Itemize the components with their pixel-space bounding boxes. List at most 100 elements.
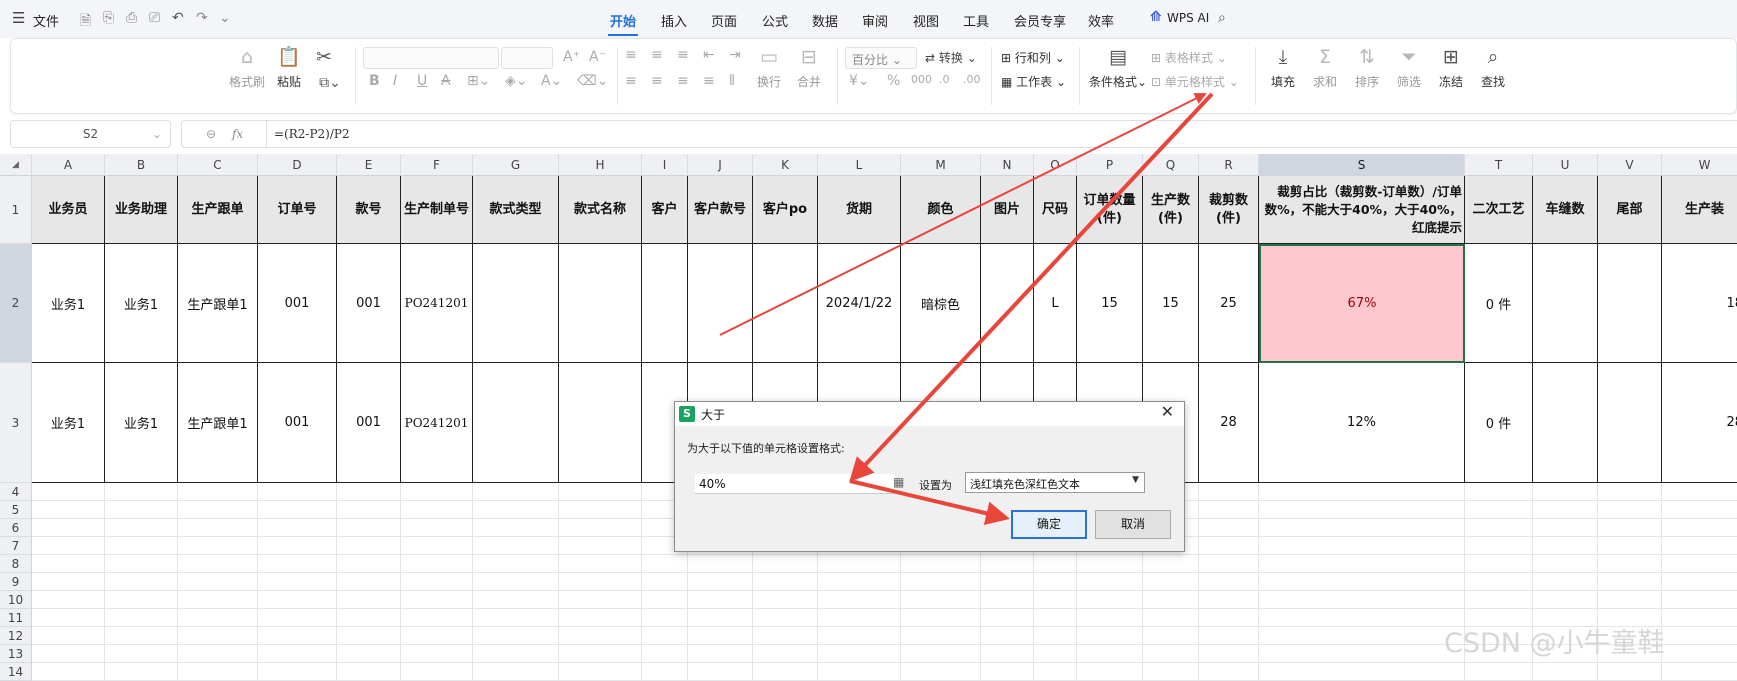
cell-q2[interactable]: 15: [1143, 244, 1199, 363]
column-header-q[interactable]: Q: [1143, 154, 1199, 176]
sort-button[interactable]: ⇅ 排序: [1349, 45, 1385, 90]
column-header-i[interactable]: I: [642, 154, 688, 176]
cell-style-button[interactable]: ⊡ 单元格样式 ⌄: [1151, 73, 1239, 90]
row-header-11[interactable]: 11: [0, 609, 32, 627]
header-cell-i[interactable]: 客户: [642, 176, 688, 244]
sum-button[interactable]: Σ 求和: [1307, 45, 1343, 90]
header-cell-e[interactable]: 款号: [337, 176, 401, 244]
decrease-font-icon[interactable]: A⁻: [589, 49, 606, 65]
row-header-1[interactable]: 1: [0, 176, 32, 244]
cell-a3[interactable]: 业务1: [32, 363, 105, 483]
cell-c2[interactable]: 生产跟单1: [178, 244, 258, 363]
header-cell-n[interactable]: 图片: [981, 176, 1034, 244]
column-header-g[interactable]: G: [473, 154, 559, 176]
cell-g2[interactable]: [473, 244, 559, 363]
column-header-s[interactable]: S: [1259, 154, 1465, 176]
column-header-w[interactable]: W: [1662, 154, 1737, 176]
tab-member[interactable]: 会员专享: [1014, 11, 1066, 30]
column-header-j[interactable]: J: [688, 154, 753, 176]
conditional-format-button[interactable]: ▤ 条件格式⌄: [1087, 45, 1149, 90]
row-header-10[interactable]: 10: [0, 591, 32, 609]
cell-t3[interactable]: 0 件: [1465, 363, 1533, 483]
cell-f2[interactable]: PO241201: [401, 244, 473, 363]
range-picker-icon[interactable]: ▦: [893, 475, 904, 489]
indent-increase-icon[interactable]: ⇥: [729, 47, 741, 63]
decimal-decrease-icon[interactable]: .00: [963, 73, 981, 86]
cell-r2[interactable]: 25: [1199, 244, 1259, 363]
column-header-h[interactable]: H: [559, 154, 642, 176]
header-cell-p[interactable]: 订单数量(件): [1077, 176, 1143, 244]
header-cell-m[interactable]: 颜色: [901, 176, 981, 244]
tab-tools[interactable]: 工具: [963, 11, 989, 30]
column-header-k[interactable]: K: [753, 154, 818, 176]
header-cell-w[interactable]: 生产装: [1662, 176, 1737, 244]
undo-icon[interactable]: ↶: [172, 10, 184, 26]
currency-icon[interactable]: ¥⌄: [849, 73, 870, 89]
column-header-b[interactable]: B: [105, 154, 178, 176]
align-right-icon[interactable]: ≡: [677, 73, 689, 89]
font-color-icon[interactable]: A⌄: [541, 73, 562, 89]
search-icon[interactable]: ⌕: [1218, 10, 1226, 26]
column-header-f[interactable]: F: [401, 154, 473, 176]
hamburger-icon[interactable]: ☰: [12, 9, 25, 27]
close-icon[interactable]: ✕: [1161, 402, 1174, 421]
strikethrough-icon[interactable]: A: [441, 73, 451, 89]
row-header-14[interactable]: 14: [0, 663, 32, 681]
tab-data[interactable]: 数据: [812, 11, 838, 30]
tab-efficiency[interactable]: 效率: [1088, 11, 1114, 30]
row-header-12[interactable]: 12: [0, 627, 32, 645]
thousands-icon[interactable]: 000: [911, 73, 932, 86]
fill-button[interactable]: ⤓ 填充: [1265, 45, 1301, 90]
redo-icon[interactable]: ↷: [196, 10, 208, 26]
align-bottom-icon[interactable]: ≡: [677, 47, 689, 63]
value-input[interactable]: 40%: [695, 474, 895, 494]
active-cell-s2[interactable]: 67%: [1259, 244, 1465, 363]
tab-view[interactable]: 视图: [913, 11, 939, 30]
cell-h3[interactable]: [559, 363, 642, 483]
cell-t2[interactable]: 0 件: [1465, 244, 1533, 363]
row-header-9[interactable]: 9: [0, 573, 32, 591]
cell-b2[interactable]: 业务1: [105, 244, 178, 363]
align-top-icon[interactable]: ≡: [625, 47, 637, 63]
header-cell-j[interactable]: 客户款号: [688, 176, 753, 244]
print-preview-icon[interactable]: ⎚: [149, 10, 160, 26]
tab-page[interactable]: 页面: [711, 11, 737, 30]
ok-button[interactable]: 确定: [1011, 510, 1087, 539]
header-cell-b[interactable]: 业务助理: [105, 176, 178, 244]
cell-c3[interactable]: 生产跟单1: [178, 363, 258, 483]
row-header-6[interactable]: 6: [0, 519, 32, 537]
save-icon[interactable]: 🗎: [80, 10, 91, 34]
column-header-p[interactable]: P: [1077, 154, 1143, 176]
cell-p2[interactable]: 15: [1077, 244, 1143, 363]
cell-n2[interactable]: [981, 244, 1034, 363]
convert-button[interactable]: ⇄ 转换 ⌄: [925, 49, 977, 66]
column-header-l[interactable]: L: [818, 154, 901, 176]
column-header-r[interactable]: R: [1199, 154, 1259, 176]
export-icon[interactable]: ⎘: [103, 10, 114, 26]
header-cell-f[interactable]: 生产制单号: [401, 176, 473, 244]
row-header-13[interactable]: 13: [0, 645, 32, 663]
worksheet-button[interactable]: ▦ 工作表 ⌄: [1001, 73, 1066, 90]
header-cell-v[interactable]: 尾部: [1598, 176, 1662, 244]
bold-icon[interactable]: B: [369, 73, 380, 89]
cell-b3[interactable]: 业务1: [105, 363, 178, 483]
decimal-increase-icon[interactable]: .0: [939, 73, 950, 86]
number-format-select[interactable]: 百分比 ⌄: [845, 47, 917, 69]
column-header-d[interactable]: D: [258, 154, 337, 176]
table-style-button[interactable]: ⊞ 表格样式 ⌄: [1151, 49, 1227, 66]
menu-file[interactable]: 文件: [33, 11, 59, 30]
column-header-o[interactable]: O: [1034, 154, 1077, 176]
header-cell-g[interactable]: 款式类型: [473, 176, 559, 244]
cell-u3[interactable]: [1533, 363, 1598, 483]
cell-k2[interactable]: [753, 244, 818, 363]
row-header-8[interactable]: 8: [0, 555, 32, 573]
column-header-v[interactable]: V: [1598, 154, 1662, 176]
fill-color-icon[interactable]: ◈⌄: [505, 73, 528, 89]
header-cell-c[interactable]: 生产跟单: [178, 176, 258, 244]
find-button[interactable]: ⌕ 查找: [1475, 45, 1511, 90]
distribute-icon[interactable]: ⫴: [729, 73, 735, 89]
formula-input[interactable]: ⊖ fx =(R2-P2)/P2: [181, 120, 1737, 148]
header-cell-q[interactable]: 生产数(件): [1143, 176, 1199, 244]
cell-h2[interactable]: [559, 244, 642, 363]
select-all-corner[interactable]: ◢: [0, 154, 32, 176]
